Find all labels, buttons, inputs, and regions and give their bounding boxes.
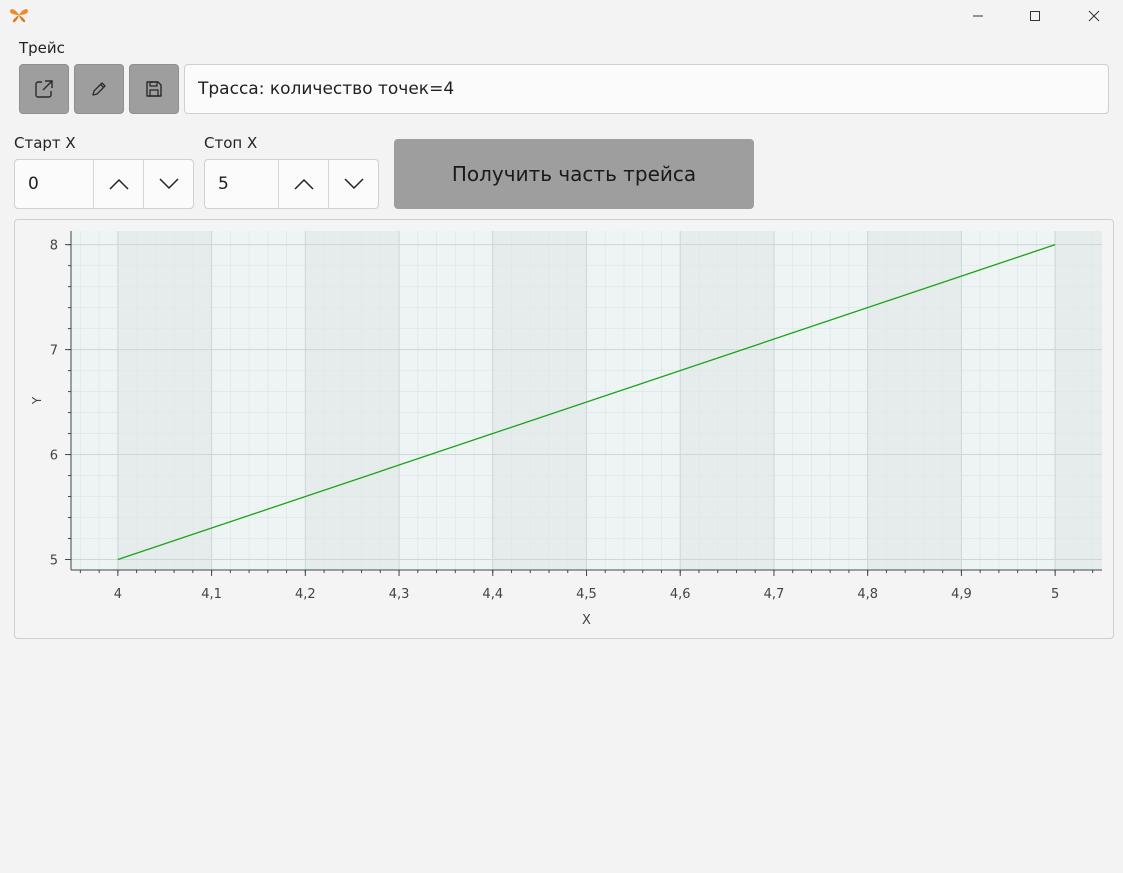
butterfly-icon: [9, 6, 29, 24]
plot-band: [211, 231, 306, 570]
save-icon: [146, 81, 162, 97]
start-x-decrement-button[interactable]: [143, 160, 193, 208]
x-tick-label: 4,5: [576, 587, 597, 602]
edit-trace-button[interactable]: [74, 64, 124, 114]
plot-band: [773, 231, 868, 570]
chevron-down-icon: [343, 178, 364, 190]
title-bar: [0, 0, 1123, 32]
x-tick-label: 4,4: [482, 587, 503, 602]
chevron-down-icon: [158, 178, 179, 190]
plot-band: [586, 231, 681, 570]
start-x-increment-button[interactable]: [93, 160, 143, 208]
maximize-button[interactable]: [1012, 0, 1058, 32]
y-tick-label: 8: [50, 239, 58, 254]
stop-x-decrement-button[interactable]: [328, 160, 378, 208]
x-axis-label: X: [582, 613, 591, 628]
get-trace-part-label: Получить часть трейса: [451, 162, 697, 186]
close-icon: [1088, 10, 1100, 22]
x-tick-label: 5: [1051, 587, 1059, 602]
x-tick-label: 4,6: [670, 587, 691, 602]
stop-x-input[interactable]: 5: [205, 160, 278, 208]
minimize-icon: [973, 15, 983, 17]
maximize-icon: [1030, 11, 1040, 21]
x-tick-label: 4,3: [389, 587, 410, 602]
x-tick-label: 4,9: [951, 587, 972, 602]
plot-band: [680, 231, 774, 570]
x-tick-label: 4: [114, 587, 122, 602]
pencil-icon: [92, 82, 106, 96]
plot-band: [961, 231, 1056, 570]
trace-info-text: Трасса: количество точек=4: [198, 79, 455, 99]
save-trace-button[interactable]: [129, 64, 179, 114]
chevron-up-icon: [293, 178, 314, 190]
plot-band: [399, 231, 493, 570]
plot-band: [1055, 231, 1102, 570]
y-tick-label: 5: [50, 554, 58, 569]
stop-x-stepper: 5: [204, 159, 379, 209]
plot-band: [117, 231, 212, 570]
x-tick-label: 4,7: [764, 587, 785, 602]
start-x-input[interactable]: 0: [15, 160, 93, 208]
start-x-stepper: 0: [14, 159, 194, 209]
open-trace-button[interactable]: [19, 64, 69, 114]
stop-x-label: Стоп X: [204, 134, 258, 152]
open-external-icon: [35, 80, 53, 98]
plot-band: [71, 231, 118, 570]
minimize-button[interactable]: [955, 0, 1001, 32]
get-trace-part-button[interactable]: Получить часть трейса: [394, 139, 754, 209]
trace-chart[interactable]: 4 4,1 4,2 4,3 4,4 4,5 4,6 4,7 4,8 4,9 5 5 6 7 8 X Y: [15, 220, 1113, 638]
x-tick-label: 4,2: [295, 587, 316, 602]
close-button[interactable]: [1071, 0, 1117, 32]
stop-x-increment-button[interactable]: [278, 160, 328, 208]
trace-label: Трейс: [19, 39, 65, 57]
x-tick-label: 4,1: [201, 587, 222, 602]
trace-info-field[interactable]: Трасса: количество точек=4: [184, 64, 1109, 114]
plot-band: [867, 231, 962, 570]
start-x-label: Старт X: [14, 134, 76, 152]
plot-band: [305, 231, 400, 570]
y-tick-label: 6: [50, 449, 58, 464]
chevron-up-icon: [108, 178, 129, 190]
x-tick-label: 4,8: [857, 587, 878, 602]
y-axis-label: Y: [30, 396, 44, 405]
trace-chart-panel: 4 4,1 4,2 4,3 4,4 4,5 4,6 4,7 4,8 4,9 5 5 6 7 8 X Y: [14, 219, 1114, 639]
y-tick-label: 7: [50, 344, 58, 359]
plot-band: [492, 231, 587, 570]
